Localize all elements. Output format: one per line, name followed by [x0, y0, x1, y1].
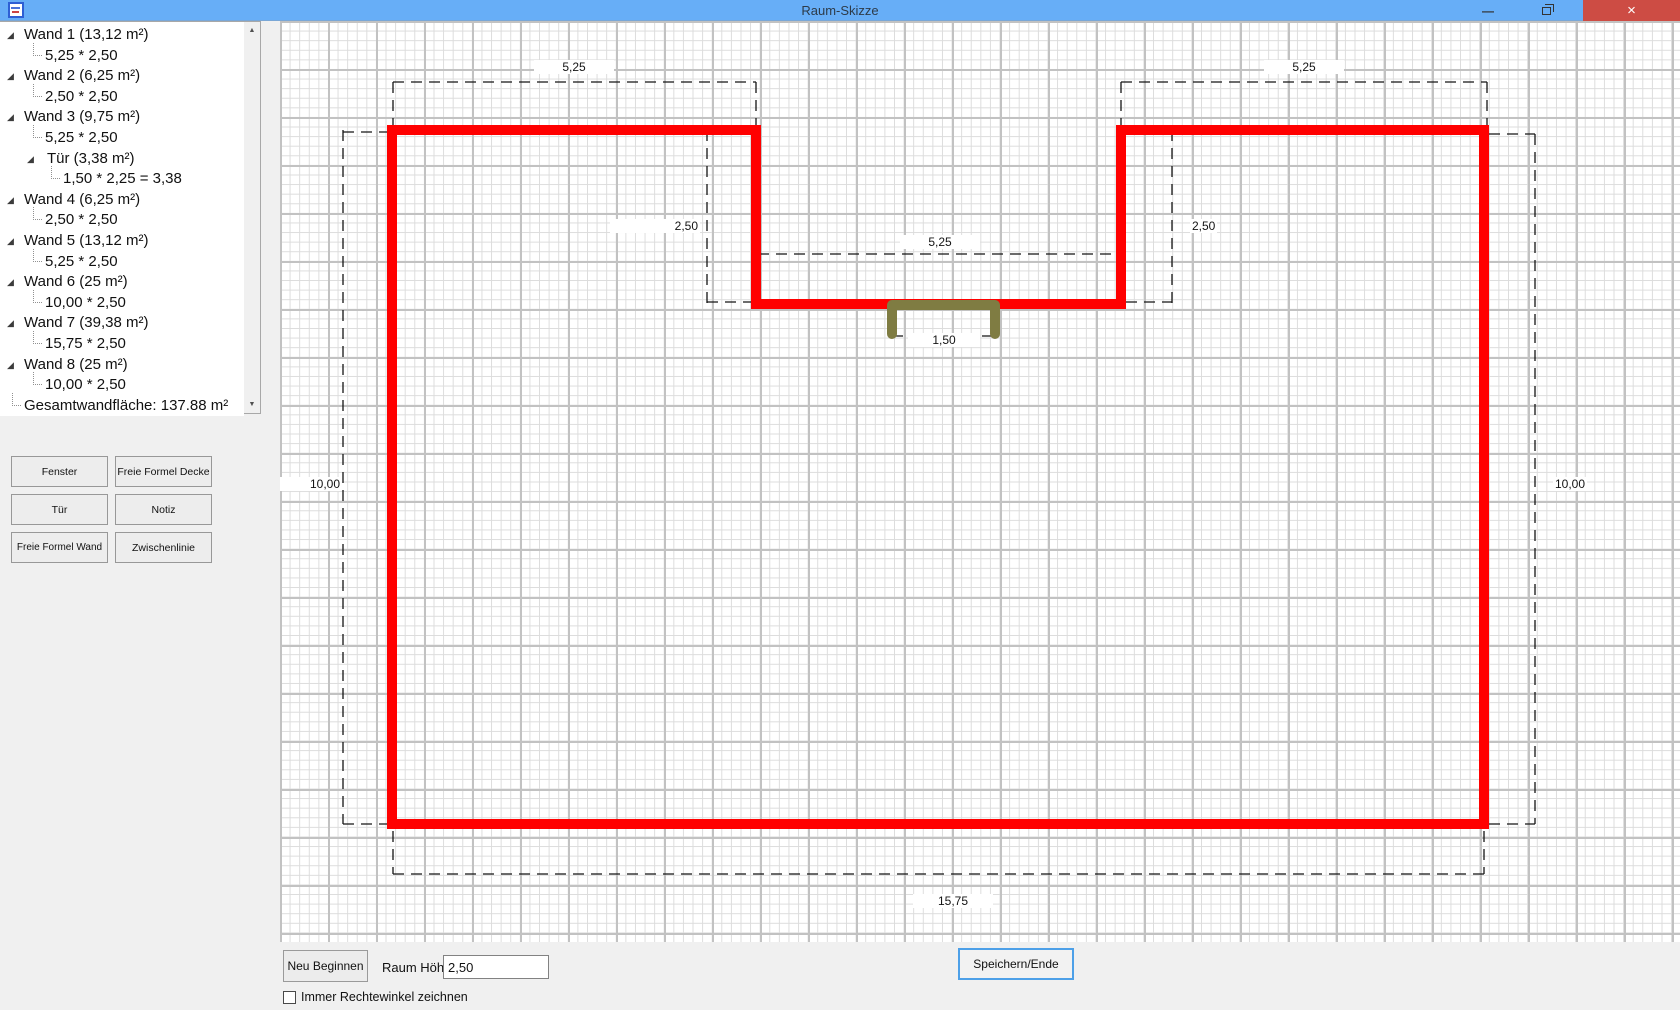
- tree-item-tuer[interactable]: ◢Tür (3,38 m²): [0, 149, 244, 170]
- dim-label-left-height: 10,00: [280, 477, 342, 491]
- tree-connector: [33, 372, 42, 385]
- restore-button[interactable]: [1526, 0, 1566, 21]
- wall-tree: ◢Wand 1 (13,12 m²) 5,25 * 2,50 ◢Wand 2 (…: [0, 25, 244, 413]
- dim-label-notch-left-depth: 2,50: [610, 219, 700, 233]
- close-button[interactable]: ×: [1583, 0, 1680, 21]
- expander-icon[interactable]: ◢: [27, 149, 34, 170]
- dim-label-notch-right-depth: 2,50: [1190, 219, 1217, 233]
- expander-icon[interactable]: ◢: [7, 272, 14, 293]
- title-bar: Raum-Skizze — ×: [0, 0, 1680, 21]
- zwischenlinie-button[interactable]: Zwischenlinie: [115, 532, 212, 563]
- expander-icon[interactable]: ◢: [7, 313, 14, 334]
- tree-item-formula[interactable]: 1,50 * 2,25 = 3,38: [0, 169, 244, 190]
- drawing-canvas[interactable]: 5,25 5,25 5,25 2,50 2,50 10,00 10,00 15,…: [280, 21, 1680, 942]
- tree-connector: [33, 43, 42, 56]
- tree-connector: [33, 249, 42, 262]
- raum-hoehe-input[interactable]: [443, 955, 549, 979]
- tree-connector: [33, 125, 42, 138]
- rechtwinkel-checkbox-label: Immer Rechtewinkel zeichnen: [301, 990, 468, 1004]
- expander-icon[interactable]: ◢: [7, 355, 14, 376]
- dim-label-door-width: 1,50: [908, 333, 980, 347]
- tree-item-formula[interactable]: 10,00 * 2,50: [0, 375, 244, 396]
- tree-item-formula[interactable]: 5,25 * 2,50: [0, 128, 244, 149]
- rechtwinkel-checkbox[interactable]: [283, 991, 296, 1004]
- tree-connector: [33, 84, 42, 97]
- freie-formel-wand-button[interactable]: Freie Formel Wand: [11, 532, 108, 563]
- tree-item-formula[interactable]: 5,25 * 2,50: [0, 252, 244, 273]
- dim-label-notch-width: 5,25: [900, 235, 980, 249]
- app-window: { "window": { "title": "Raum-Skizze", "m…: [0, 0, 1680, 1010]
- expander-icon[interactable]: ◢: [7, 107, 14, 128]
- tree-item-formula[interactable]: 15,75 * 2,50: [0, 334, 244, 355]
- tree-connector: [12, 393, 21, 406]
- door-shape: [892, 305, 995, 334]
- tree-connector: [33, 207, 42, 220]
- expander-icon[interactable]: ◢: [7, 66, 14, 87]
- tree-connector: [33, 331, 42, 344]
- speichern-ende-button[interactable]: Speichern/Ende: [958, 948, 1074, 980]
- scroll-down-icon[interactable]: ▼: [244, 396, 260, 413]
- minimize-button[interactable]: —: [1468, 0, 1508, 21]
- dim-label-top-right: 5,25: [1264, 60, 1344, 74]
- tree-item-gesamtflaeche[interactable]: Gesamtwandfläche: 137.88 m²: [0, 396, 244, 417]
- tree-item-formula[interactable]: 5,25 * 2,50: [0, 46, 244, 67]
- expander-icon[interactable]: ◢: [7, 190, 14, 211]
- dim-label-bottom-width: 15,75: [913, 894, 993, 908]
- tree-item-formula[interactable]: 10,00 * 2,50: [0, 293, 244, 314]
- tuer-button[interactable]: Tür: [11, 494, 108, 525]
- neu-beginnen-button[interactable]: Neu Beginnen: [283, 950, 368, 982]
- dim-label-top-left: 5,25: [534, 60, 614, 74]
- freie-formel-decke-button[interactable]: Freie Formel Decke: [115, 456, 212, 487]
- tree-scrollbar[interactable]: ▲ ▼: [244, 22, 260, 413]
- room-sketch: [280, 21, 1680, 942]
- window-title: Raum-Skizze: [0, 3, 1680, 18]
- restore-icon: [1542, 7, 1551, 15]
- dimension-lines: [343, 82, 1535, 874]
- bottom-bar: Neu Beginnen Raum Höhe Speichern/Ende Im…: [0, 942, 1680, 1010]
- notiz-button[interactable]: Notiz: [115, 494, 212, 525]
- tree-item-formula[interactable]: 2,50 * 2,50: [0, 87, 244, 108]
- fenster-button[interactable]: Fenster: [11, 456, 108, 487]
- raum-hoehe-label: Raum Höhe: [382, 960, 451, 975]
- expander-icon[interactable]: ◢: [7, 25, 14, 46]
- scroll-up-icon[interactable]: ▲: [244, 22, 260, 39]
- tree-item-formula[interactable]: 2,50 * 2,50: [0, 210, 244, 231]
- expander-icon[interactable]: ◢: [7, 231, 14, 252]
- tree-connector: [33, 290, 42, 303]
- tree-connector: [51, 166, 60, 179]
- dim-label-right-height: 10,00: [1553, 477, 1587, 491]
- wall-tree-panel: ◢Wand 1 (13,12 m²) 5,25 * 2,50 ◢Wand 2 (…: [0, 21, 261, 414]
